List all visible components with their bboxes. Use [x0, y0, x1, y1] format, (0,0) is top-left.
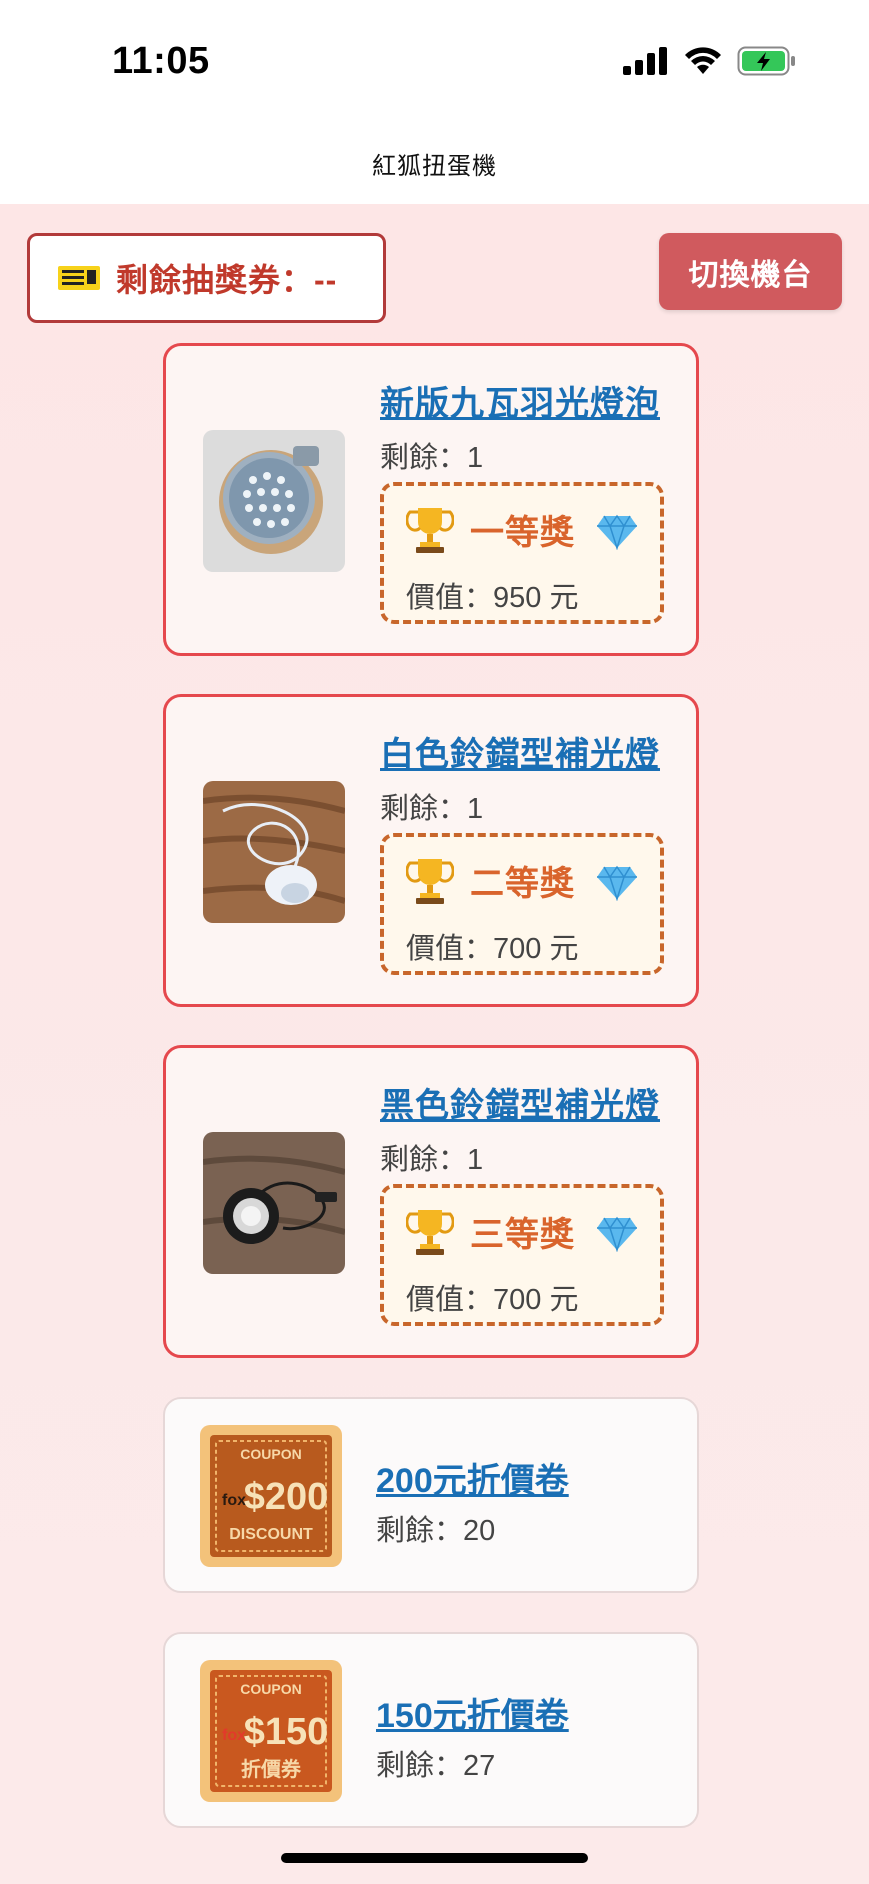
prize-value: 價值：700 元 — [406, 933, 579, 965]
ticket-icon — [58, 266, 100, 290]
coupon-badge-bottom: DISCOUNT — [229, 1526, 313, 1543]
coupon-name[interactable]: 150元折價卷 — [376, 1688, 569, 1737]
coupon-remain: 剩餘：20 — [376, 1515, 496, 1547]
prize-card[interactable]: 黑色鈴鐺型補光燈 剩餘：1 三等獎 價值：700 元 — [163, 1045, 699, 1358]
wifi-icon — [685, 47, 721, 74]
prize-card[interactable]: 新版九瓦羽光燈泡 剩餘：1 一等獎 價值：950 元 — [163, 343, 699, 656]
gem-icon — [597, 865, 637, 901]
status-icons — [623, 46, 797, 76]
prize-image-bulb — [203, 430, 345, 572]
ticket-counter: 剩餘抽獎券：-- — [27, 233, 386, 323]
coupon-remain: 剩餘：27 — [376, 1750, 496, 1782]
main-content: 剩餘抽獎券：-- 切換機台 新版九瓦羽光燈泡 剩餘：1 一等獎 價值：950 元… — [0, 204, 869, 1884]
nav-bar: 紅狐扭蛋機 — [0, 130, 869, 204]
coupon-badge-top: COUPON — [240, 1446, 301, 1462]
prize-name[interactable]: 新版九瓦羽光燈泡 — [380, 376, 660, 425]
prize-name[interactable]: 黑色鈴鐺型補光燈 — [380, 1078, 660, 1127]
coupon-name[interactable]: 200元折價卷 — [376, 1453, 569, 1502]
prize-image-white-lamp — [203, 781, 345, 923]
gem-icon — [597, 514, 637, 550]
coupon-badge-bottom: 折價券 — [241, 1757, 302, 1781]
prize-remain: 剩餘：1 — [380, 442, 484, 474]
trophy-icon — [406, 859, 454, 904]
prize-image-black-lamp — [203, 1132, 345, 1274]
prize-value: 價值：700 元 — [406, 1284, 579, 1316]
trophy-icon — [406, 1210, 454, 1255]
prize-tier: 二等獎 — [470, 864, 575, 903]
coupon-card[interactable]: COUPON fox $150 折價券 150元折價卷 剩餘：27 — [163, 1632, 699, 1828]
coupon-badge-amount: $200 — [244, 1476, 329, 1518]
switch-machine-button[interactable]: 切換機台 — [659, 233, 842, 310]
prize-value: 價值：950 元 — [406, 582, 579, 614]
prize-tier-box: 三等獎 價值：700 元 — [380, 1184, 664, 1326]
home-indicator[interactable] — [281, 1853, 588, 1863]
prize-tier-box: 一等獎 價值：950 元 — [380, 482, 664, 624]
coupon-image: COUPON fox $200 DISCOUNT — [200, 1425, 342, 1567]
status-time: 11:05 — [112, 40, 210, 82]
prize-tier-box: 二等獎 價值：700 元 — [380, 833, 664, 975]
gem-icon — [597, 1216, 637, 1252]
prize-tier: 一等獎 — [470, 513, 575, 552]
page-title: 紅狐扭蛋機 — [372, 153, 497, 180]
prize-tier: 三等獎 — [470, 1215, 575, 1254]
coupon-badge-amount: $150 — [244, 1711, 329, 1753]
prize-card[interactable]: 白色鈴鐺型補光燈 剩餘：1 二等獎 價值：700 元 — [163, 694, 699, 1007]
coupon-badge-top: COUPON — [240, 1681, 301, 1697]
coupon-badge-brand: fox — [222, 1727, 246, 1744]
coupon-card[interactable]: COUPON fox $200 DISCOUNT 200元折價卷 剩餘：20 — [163, 1397, 699, 1593]
status-bar: 11:05 — [0, 0, 869, 130]
ticket-label: 剩餘抽獎券：-- — [116, 262, 338, 298]
coupon-badge-brand: fox — [222, 1492, 246, 1509]
prize-name[interactable]: 白色鈴鐺型補光燈 — [380, 727, 660, 776]
coupon-image: COUPON fox $150 折價券 — [200, 1660, 342, 1802]
prize-remain: 剩餘：1 — [380, 793, 484, 825]
battery-charging-icon — [737, 46, 795, 76]
prize-remain: 剩餘：1 — [380, 1144, 484, 1176]
cellular-signal-icon — [623, 47, 667, 75]
trophy-icon — [406, 508, 454, 553]
